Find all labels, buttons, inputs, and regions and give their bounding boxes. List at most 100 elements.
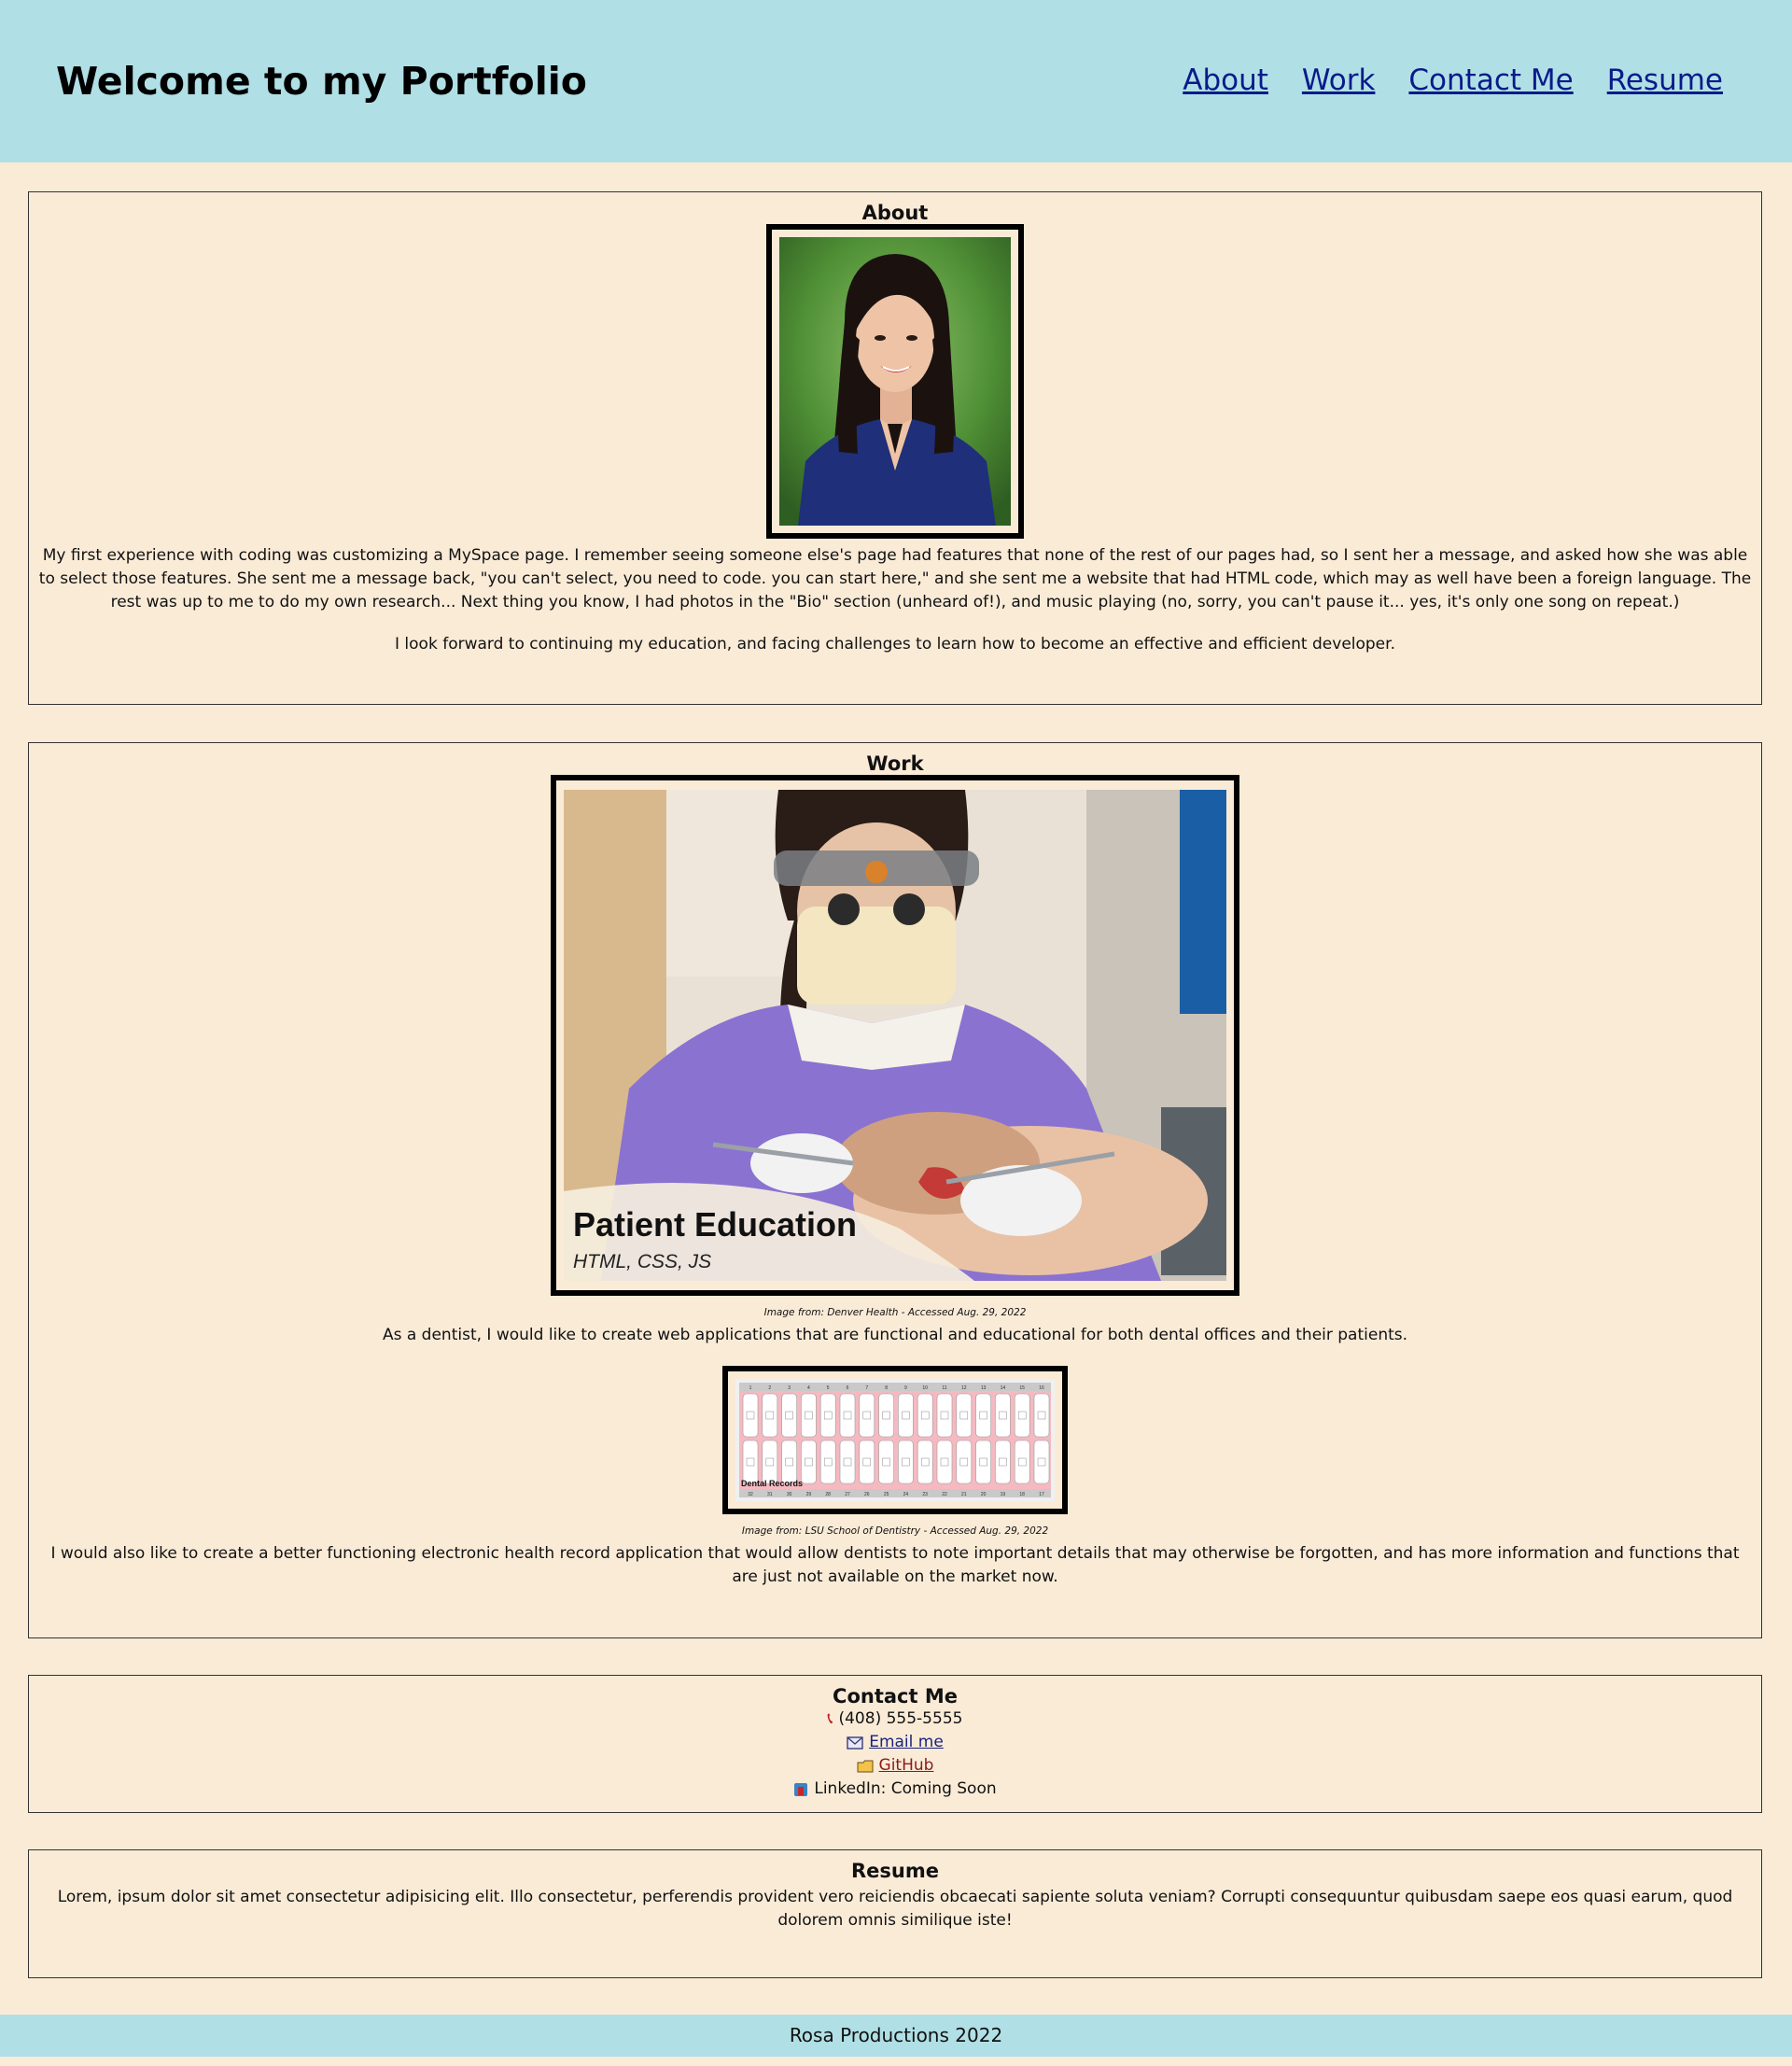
dental-records-caption: Image from: LSU School of Dentistry - Ac… [741, 1525, 1049, 1537]
tooth-27 [839, 1440, 856, 1484]
tooth-number-18: 18 [1019, 1492, 1025, 1497]
about-section: About My first experience with coding wa… [28, 191, 1762, 705]
footer-text: Rosa Productions 2022 [789, 2024, 1003, 2046]
tooth-22 [936, 1440, 953, 1484]
profile-photo-frame [766, 224, 1024, 539]
tooth-1 [742, 1393, 759, 1438]
tooth-32 [742, 1440, 759, 1484]
tooth-number-31: 31 [767, 1492, 773, 1497]
tooth-number-15: 15 [1019, 1385, 1025, 1391]
tooth-number-17: 17 [1039, 1492, 1044, 1497]
tooth-5 [819, 1393, 836, 1438]
tooth-10 [917, 1393, 933, 1438]
contact-section: Contact Me 📞︎ (408) 555-5555 Email me Gi… [28, 1675, 1762, 1813]
phone-number: (408) 555-5555 [838, 1709, 963, 1728]
patient-education-description: As a dentist, I would like to create web… [382, 1326, 1408, 1344]
tooth-number-9: 9 [904, 1385, 907, 1391]
tooth-number-26: 26 [864, 1492, 870, 1497]
dental-records-description: I would also like to create a better fun… [50, 1544, 1740, 1586]
profile-photo [779, 237, 1011, 526]
tooth-6 [839, 1393, 856, 1438]
work-heading: Work [866, 752, 924, 775]
tooth-8 [878, 1393, 894, 1438]
work-section: Work Patient Education HTML, CSS, JS Ima… [28, 742, 1762, 1638]
about-heading: About [861, 202, 929, 224]
nav-about-link[interactable]: About [1183, 62, 1268, 99]
resume-heading: Resume [851, 1860, 939, 1882]
tooth-number-21: 21 [961, 1492, 967, 1497]
about-paragraph-2: I look forward to continuing my educatio… [395, 635, 1395, 654]
about-paragraph-1: My first experience with coding was cust… [38, 546, 1752, 611]
tooth-20 [975, 1440, 991, 1484]
patient-education-image[interactable]: Patient Education HTML, CSS, JS [564, 790, 1226, 1281]
patient-education-caption: Image from: Denver Health - Accessed Aug… [763, 1307, 1027, 1318]
linkedin-text: LinkedIn: Coming Soon [814, 1779, 997, 1798]
tooth-9 [898, 1393, 914, 1438]
nav-resume-link[interactable]: Resume [1607, 62, 1723, 99]
tooth-number-4: 4 [807, 1385, 810, 1391]
dental-records-image[interactable]: 1 2 3 4 5 6 7 8 9 10 11 12 13 14 15 16 32 31 30 29 28 27 26 25… [735, 1379, 1055, 1501]
tooth-24 [898, 1440, 914, 1484]
tooth-number-22: 22 [942, 1492, 947, 1497]
tooth-number-30: 30 [787, 1492, 792, 1497]
tooth-number-1: 1 [749, 1385, 752, 1391]
tooth-number-23: 23 [922, 1492, 928, 1497]
tooth-number-10: 10 [922, 1385, 928, 1391]
patient-education-tech: HTML, CSS, JS [573, 1251, 711, 1272]
email-link[interactable]: Email me [869, 1731, 944, 1754]
tooth-number-5: 5 [827, 1385, 830, 1391]
tooth-number-25: 25 [884, 1492, 889, 1497]
github-link[interactable]: GitHub [879, 1754, 934, 1778]
tooth-number-14: 14 [1001, 1385, 1006, 1391]
phone-line: 📞︎ (408) 555-5555 [29, 1708, 1761, 1731]
tooth-16 [1033, 1393, 1050, 1438]
site-header: Welcome to my Portfolio About Work Conta… [0, 0, 1792, 162]
tooth-number-8: 8 [885, 1385, 888, 1391]
tooth-21 [956, 1440, 973, 1484]
main-nav: About Work Contact Me Resume [1183, 62, 1723, 99]
contact-heading: Contact Me [833, 1685, 958, 1708]
email-icon [847, 1736, 863, 1750]
tooth-number-20: 20 [981, 1492, 987, 1497]
tooth-12 [956, 1393, 973, 1438]
patient-education-title: Patient Education [573, 1205, 857, 1244]
tooth-number-2: 2 [768, 1385, 771, 1391]
tooth-25 [878, 1440, 894, 1484]
dental-records-frame[interactable]: 1 2 3 4 5 6 7 8 9 10 11 12 13 14 15 16 32 31 30 29 28 27 26 25… [722, 1366, 1068, 1514]
tooth-number-32: 32 [748, 1492, 753, 1497]
site-footer: Rosa Productions 2022 [0, 2015, 1792, 2057]
tooth-number-29: 29 [806, 1492, 812, 1497]
tooth-26 [859, 1440, 875, 1484]
phone-icon: 📞︎ [827, 1709, 833, 1728]
tooth-14 [995, 1393, 1011, 1438]
tooth-11 [936, 1393, 953, 1438]
tooth-30 [781, 1440, 797, 1484]
nav-work-link[interactable]: Work [1302, 62, 1376, 99]
tooth-3 [781, 1393, 797, 1438]
linkedin-line: LinkedIn: Coming Soon [29, 1778, 1761, 1801]
tooth-13 [975, 1393, 991, 1438]
tooth-number-16: 16 [1039, 1385, 1044, 1391]
tooth-19 [995, 1440, 1011, 1484]
patient-education-frame[interactable]: Patient Education HTML, CSS, JS [551, 775, 1239, 1296]
tooth-number-3: 3 [788, 1385, 791, 1391]
tooth-23 [917, 1440, 933, 1484]
tooth-number-19: 19 [1001, 1492, 1006, 1497]
folder-icon [857, 1760, 874, 1772]
nav-contact-link[interactable]: Contact Me [1408, 62, 1573, 99]
tooth-number-24: 24 [903, 1492, 909, 1497]
tooth-number-7: 7 [865, 1385, 868, 1391]
tooth-number-6: 6 [847, 1385, 849, 1391]
linkedin-icon [794, 1782, 808, 1796]
tooth-7 [859, 1393, 875, 1438]
tooth-18 [1014, 1440, 1030, 1484]
tooth-2 [762, 1393, 778, 1438]
resume-section: Resume Lorem, ipsum dolor sit amet conse… [28, 1849, 1762, 1978]
resume-text: Lorem, ipsum dolor sit amet consectetur … [57, 1888, 1733, 1930]
tooth-28 [819, 1440, 836, 1484]
site-title: Welcome to my Portfolio [56, 59, 587, 104]
tooth-number-12: 12 [961, 1385, 967, 1391]
tooth-15 [1014, 1393, 1030, 1438]
tooth-4 [801, 1393, 817, 1438]
tooth-29 [801, 1440, 817, 1484]
